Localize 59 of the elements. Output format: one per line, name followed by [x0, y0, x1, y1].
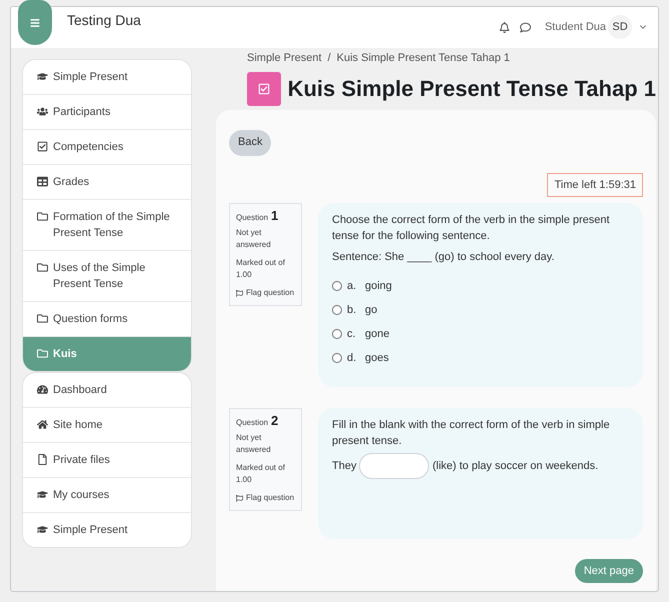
radio-button[interactable] — [332, 352, 342, 362]
question-label: Question — [236, 212, 268, 224]
folder-icon — [37, 348, 48, 359]
option-letter: a. — [347, 278, 358, 294]
graduation-cap-icon — [37, 71, 48, 82]
back-button[interactable]: Back — [229, 130, 272, 156]
flag-icon — [236, 290, 243, 296]
question-label: Question — [236, 417, 268, 429]
timer: Time left 1:59:31 — [547, 172, 643, 197]
breadcrumb-separator: / — [328, 51, 331, 66]
question-number: 1 — [271, 210, 278, 222]
folder-icon — [37, 211, 48, 222]
option-text: going — [365, 278, 392, 294]
radio-button[interactable] — [332, 280, 342, 290]
folder-icon — [37, 262, 48, 273]
user-avatar[interactable]: SD — [608, 15, 632, 39]
breadcrumb-current: Kuis Simple Present Tense Tahap 1 — [336, 51, 510, 66]
home-icon — [37, 419, 48, 430]
menu-button[interactable] — [18, 0, 52, 45]
breadcrumb-link[interactable]: Simple Present — [247, 50, 322, 66]
graduation-cap-icon — [37, 524, 48, 535]
question-status: Not yet answered — [236, 227, 272, 251]
dashboard-icon — [37, 384, 48, 395]
page-title: Kuis Simple Present Tense Tahap 1 — [288, 75, 656, 103]
flag-question-link[interactable]: Flag question — [236, 287, 295, 299]
checkbox-icon — [258, 82, 270, 94]
question-number: 2 — [271, 415, 278, 427]
question-marks: Marked out of 1.00 — [236, 257, 286, 281]
checkbox-icon — [37, 141, 48, 152]
site-name: Testing Dua — [67, 11, 141, 30]
nav-item[interactable]: Simple Present — [23, 60, 191, 95]
folder-icon — [37, 313, 48, 324]
sentence-end: (like) to play soccer on weekends. — [432, 459, 598, 474]
question-text: Fill in the blank with the correct form of the verb in simple present tense. — [332, 418, 611, 449]
radio-button[interactable] — [332, 328, 342, 338]
file-icon — [37, 454, 48, 465]
option-letter: b. — [347, 302, 358, 318]
nav-item[interactable]: Dashboard — [23, 373, 191, 408]
option-letter: c. — [347, 326, 357, 342]
notification-icon[interactable] — [498, 22, 510, 32]
user-name[interactable]: Student Dua — [544, 18, 606, 36]
flag-question-link[interactable]: Flag question — [236, 492, 295, 504]
radio-button[interactable] — [332, 304, 342, 314]
question-status: Not yet answered — [236, 432, 272, 456]
table-icon — [37, 176, 48, 187]
question-sentence: Sentence: She ____ (go) to school every day. — [332, 250, 556, 265]
users-icon — [37, 106, 48, 117]
option-text: gone — [365, 326, 390, 342]
menu-icon — [30, 18, 40, 28]
chat-icon[interactable] — [520, 22, 531, 32]
option-text: go — [365, 302, 378, 318]
option-text: goes — [365, 350, 389, 366]
answer-field[interactable] — [359, 453, 430, 479]
sentence-start: They — [332, 459, 356, 474]
question-marks: Marked out of 1.00 — [236, 462, 286, 486]
option-letter: d. — [347, 350, 358, 366]
flag-icon — [236, 494, 243, 502]
question-text: Choose the correct form of the verb in the simple present tense for the following sentence. — [332, 213, 611, 244]
graduation-cap-icon — [37, 489, 48, 500]
